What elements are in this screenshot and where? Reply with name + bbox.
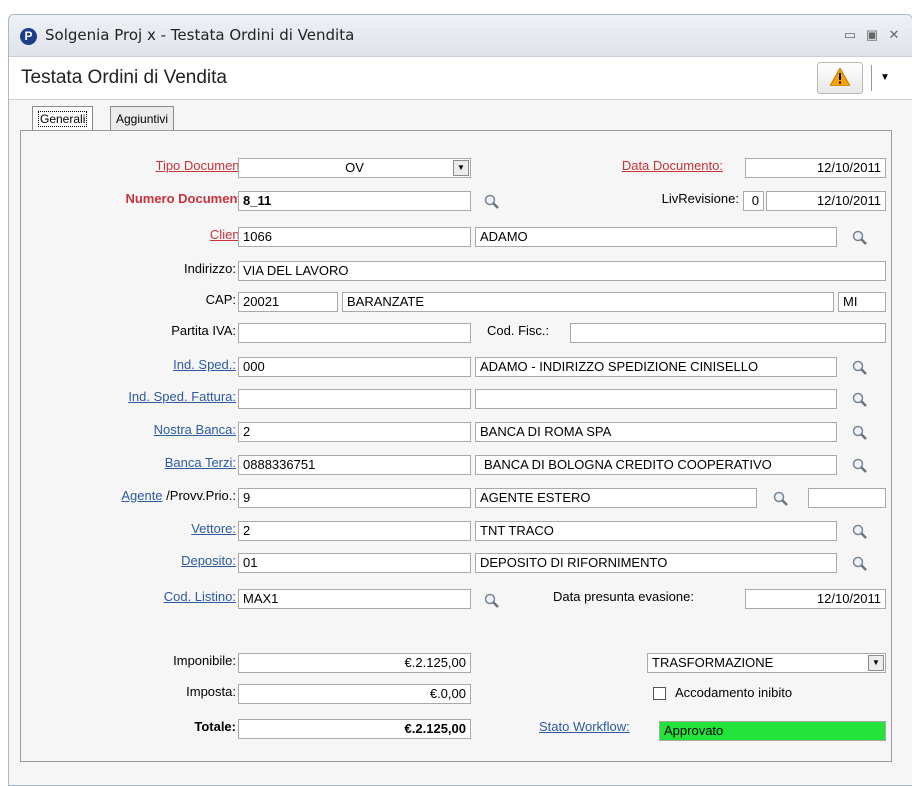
vettore-code-field[interactable]: 2 xyxy=(238,521,471,541)
window-title: Solgenia Proj x - Testata Ordini di Vend… xyxy=(45,26,355,44)
accodamento-checkbox[interactable] xyxy=(653,687,666,700)
tab-generali[interactable]: Generali xyxy=(32,106,94,130)
data-presunta-label: Data presunta evasione: xyxy=(553,589,694,604)
nostra-banca-label[interactable]: Nostra Banca: xyxy=(154,422,236,437)
vettore-desc-field[interactable]: TNT TRACO xyxy=(475,521,837,541)
cliente-name-field[interactable]: ADAMO xyxy=(475,227,837,247)
ind-sped-label[interactable]: Ind. Sped.: xyxy=(173,357,236,372)
search-icon[interactable] xyxy=(852,360,868,376)
cliente-code-field[interactable]: 1066 xyxy=(238,227,471,247)
search-icon[interactable] xyxy=(852,392,868,408)
ind-sped-fattura-code-field[interactable] xyxy=(238,389,471,409)
app-icon: P xyxy=(20,28,37,45)
warning-button[interactable] xyxy=(817,62,863,94)
deposito-desc-field[interactable]: DEPOSITO DI RIFORNIMENTO xyxy=(475,553,837,573)
vettore-label[interactable]: Vettore: xyxy=(191,521,236,536)
ind-sped-desc-field[interactable]: ADAMO - INDIRIZZO SPEDIZIONE CINISELLO xyxy=(475,357,837,377)
search-icon[interactable] xyxy=(852,524,868,540)
indirizzo-label: Indirizzo: xyxy=(183,261,236,276)
chevron-down-icon[interactable]: ▼ xyxy=(871,65,898,91)
imponibile-field: €.2.125,00 xyxy=(238,653,471,673)
form-title: Testata Ordini di Vendita xyxy=(21,67,227,88)
banca-terzi-code-field[interactable]: 0888336751 xyxy=(238,455,471,475)
search-icon[interactable] xyxy=(852,458,868,474)
imposta-label: Imposta: xyxy=(186,684,236,699)
close-icon[interactable]: ✕ xyxy=(885,26,903,44)
stato-workflow-field: Approvato xyxy=(659,721,886,741)
agente-label-group: Agente /Provv.Prio.: xyxy=(121,488,236,503)
search-icon[interactable] xyxy=(484,593,500,609)
cap-label: CAP: xyxy=(205,292,236,307)
minimize-icon[interactable]: ▭ xyxy=(841,26,859,44)
form-panel: Tipo Documento: OV ▼ Data Documento: 12/… xyxy=(20,130,892,762)
nostra-banca-desc-field[interactable]: BANCA DI ROMA SPA xyxy=(475,422,837,442)
ind-sped-fattura-desc-field[interactable] xyxy=(475,389,837,409)
tipo-documento-select[interactable]: OV ▼ xyxy=(238,158,471,178)
numero-documento-label: Numero Documento: xyxy=(125,191,254,206)
agente-code-field[interactable]: 9 xyxy=(238,488,471,508)
indirizzo-field[interactable]: VIA DEL LAVORO xyxy=(238,261,886,281)
search-icon[interactable] xyxy=(852,230,868,246)
data-presunta-field[interactable]: 12/10/2011 xyxy=(745,589,886,609)
accodamento-label: Accodamento inibito xyxy=(675,685,793,700)
totale-label: Totale: xyxy=(194,719,236,734)
provv-prio-label: /Provv.Prio.: xyxy=(166,488,236,503)
title-bar: P Solgenia Proj x - Testata Ordini di Ve… xyxy=(9,15,912,57)
maximize-icon[interactable]: ▣ xyxy=(863,26,881,44)
cod-fisc-field[interactable] xyxy=(570,323,886,343)
search-icon[interactable] xyxy=(773,491,789,507)
city-field[interactable]: BARANZATE xyxy=(342,292,834,312)
cod-listino-field[interactable]: MAX1 xyxy=(238,589,471,609)
search-icon[interactable] xyxy=(852,556,868,572)
nostra-banca-code-field[interactable]: 2 xyxy=(238,422,471,442)
search-icon[interactable] xyxy=(484,194,500,210)
deposito-label[interactable]: Deposito: xyxy=(181,553,236,568)
tab-aggiuntivi[interactable]: Aggiuntivi xyxy=(110,106,175,130)
data-documento-field[interactable]: 12/10/2011 xyxy=(745,158,886,178)
cod-listino-label[interactable]: Cod. Listino: xyxy=(164,589,236,604)
provv-prio-field[interactable] xyxy=(808,488,886,508)
chevron-down-icon[interactable]: ▼ xyxy=(868,655,884,671)
cod-fisc-label: Cod. Fisc.: xyxy=(487,323,550,338)
ind-sped-fattura-label[interactable]: Ind. Sped. Fattura: xyxy=(128,389,236,404)
deposito-code-field[interactable]: 01 xyxy=(238,553,471,573)
revisione-date-field[interactable]: 12/10/2011 xyxy=(766,191,886,211)
ind-sped-code-field[interactable]: 000 xyxy=(238,357,471,377)
workflow-state-select[interactable]: TRASFORMAZIONE ▼ xyxy=(647,653,886,673)
numero-documento-field[interactable]: 8_11 xyxy=(238,191,471,211)
chevron-down-icon[interactable]: ▼ xyxy=(453,160,469,176)
imposta-field: €.0,00 xyxy=(238,684,471,704)
warning-icon xyxy=(830,68,850,86)
agente-desc-field[interactable]: AGENTE ESTERO xyxy=(475,488,757,508)
banca-terzi-desc-field[interactable]: BANCA DI BOLOGNA CREDITO COOPERATIVO xyxy=(475,455,837,475)
totale-field: €.2.125,00 xyxy=(238,719,471,739)
data-documento-label[interactable]: Data Documento: xyxy=(622,158,723,173)
cap-field[interactable]: 20021 xyxy=(238,292,338,312)
partita-iva-label: Partita IVA: xyxy=(171,323,236,338)
form-header: Testata Ordini di Vendita ▼ xyxy=(9,57,912,100)
search-icon[interactable] xyxy=(852,425,868,441)
province-field[interactable]: MI xyxy=(838,292,886,312)
stato-workflow-label[interactable]: Stato Workflow: xyxy=(539,719,630,734)
imponibile-label: Imponibile: xyxy=(173,653,236,668)
banca-terzi-label[interactable]: Banca Terzi: xyxy=(165,455,236,470)
liv-revisione-field[interactable]: 0 xyxy=(743,191,764,211)
agente-link[interactable]: Agente xyxy=(121,488,162,503)
liv-revisione-label: LivRevisione: xyxy=(661,191,739,206)
partita-iva-field[interactable] xyxy=(238,323,471,343)
